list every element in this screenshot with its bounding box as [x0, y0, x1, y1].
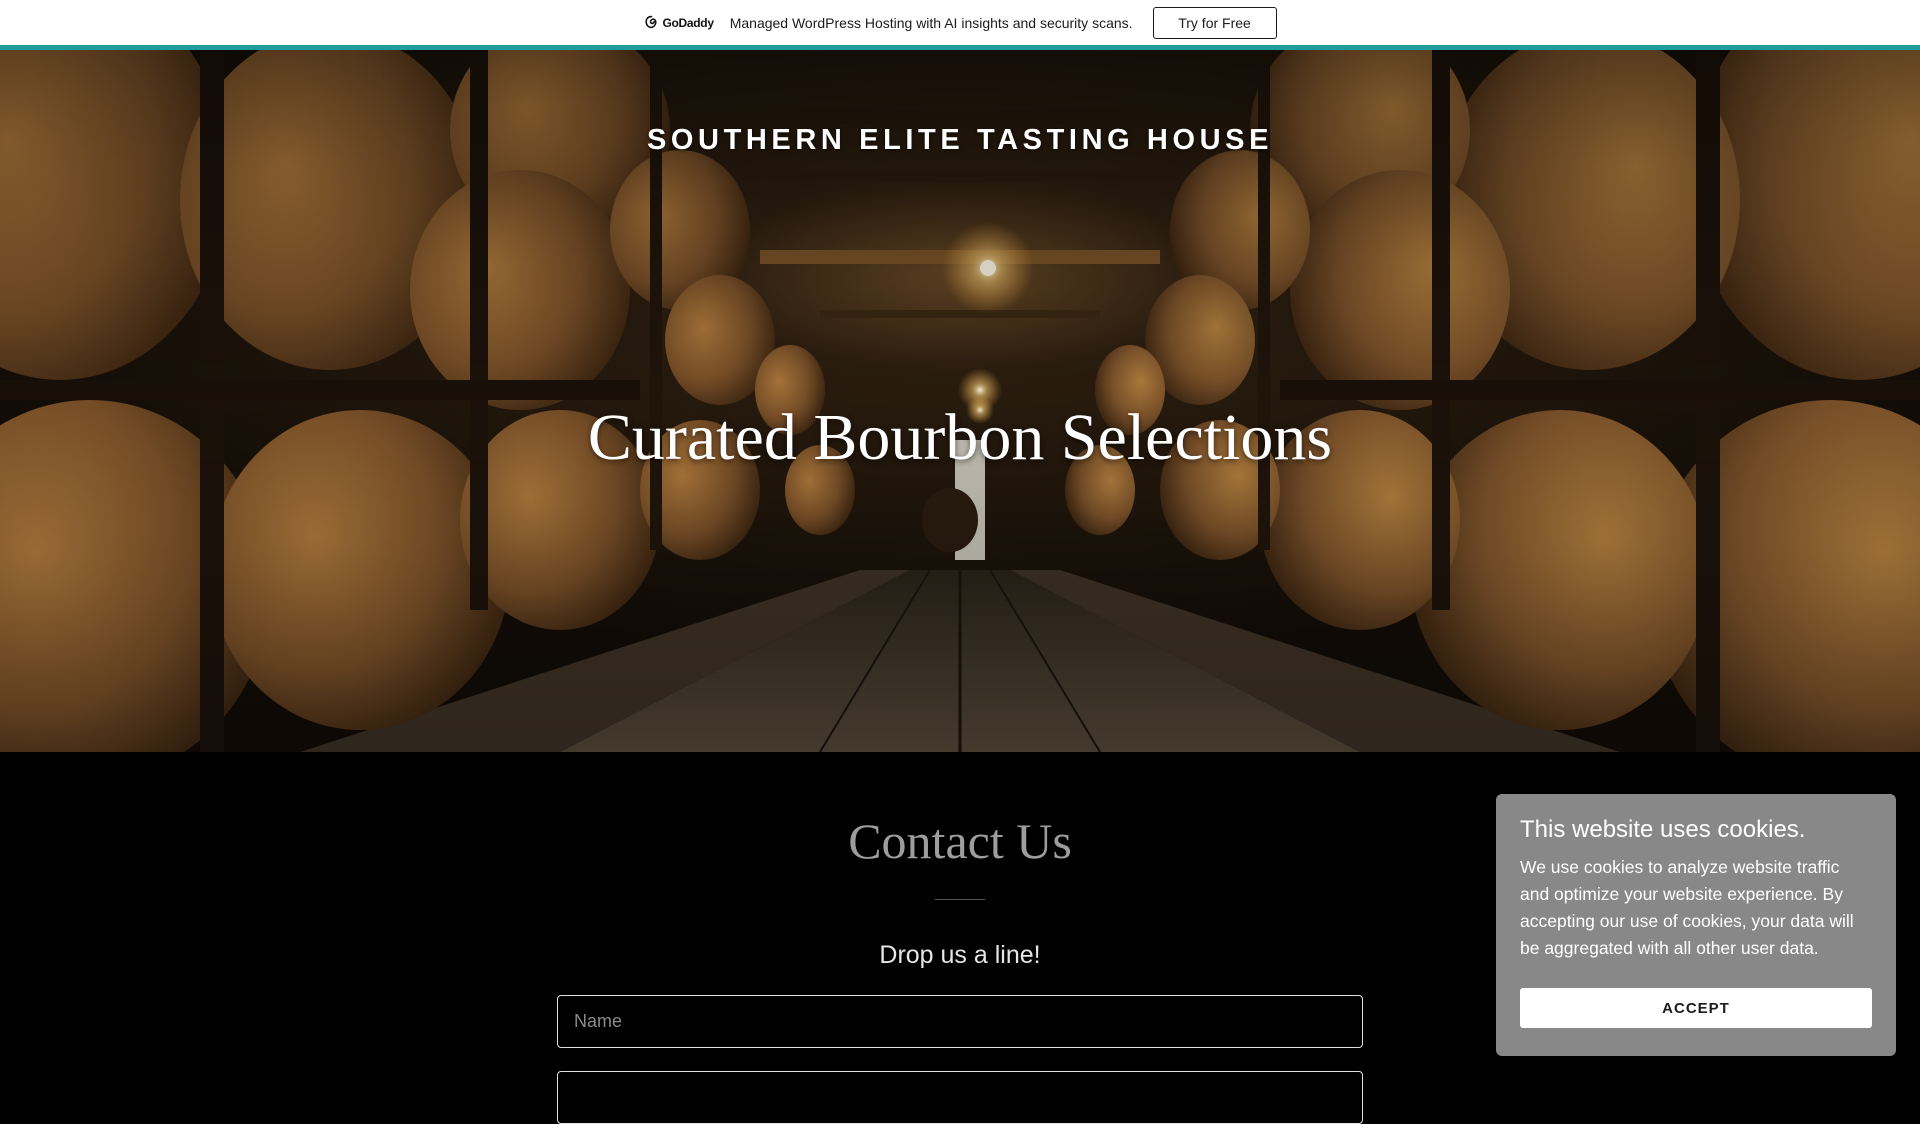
godaddy-logo-icon [645, 15, 657, 29]
godaddy-logo[interactable]: GoDaddy [643, 14, 714, 31]
promo-bar: GoDaddy Managed WordPress Hosting with A… [0, 0, 1920, 45]
name-field[interactable] [557, 995, 1363, 1048]
cookie-banner: This website uses cookies. We use cookie… [1496, 794, 1896, 1056]
site-title[interactable]: SOUTHERN ELITE TASTING HOUSE [0, 124, 1920, 157]
accept-cookies-button[interactable]: ACCEPT [1520, 988, 1872, 1028]
promo-text: Managed WordPress Hosting with AI insigh… [729, 14, 1133, 31]
godaddy-wordmark: GoDaddy [662, 15, 714, 30]
section-divider [935, 899, 985, 900]
email-field[interactable] [557, 1071, 1363, 1124]
hero-heading: Curated Bourbon Selections [587, 401, 1333, 474]
hero-section: SOUTHERN ELITE TASTING HOUSE Curated Bou… [0, 50, 1920, 752]
try-for-free-button[interactable]: Try for Free [1152, 6, 1277, 39]
cookie-body: We use cookies to analyze website traffi… [1520, 857, 1854, 958]
cookie-title: This website uses cookies. [1520, 816, 1806, 843]
